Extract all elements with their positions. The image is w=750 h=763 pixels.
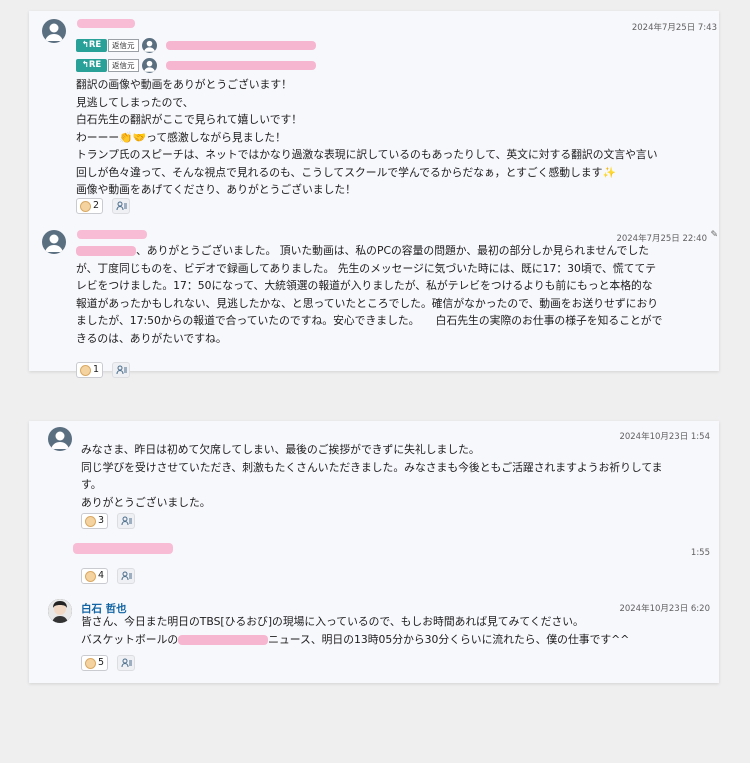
message-5: 白石 哲也 2024年10月23日 6:20 皆さん、今日また明日のTBS[ひる… xyxy=(29,591,719,683)
user-avatar-icon xyxy=(142,58,157,73)
redacted-mention xyxy=(76,246,136,256)
user-avatar-icon[interactable] xyxy=(42,19,66,43)
add-reaction-icon[interactable] xyxy=(112,198,130,214)
message-timestamp[interactable]: 2024年10月23日 6:20 xyxy=(619,602,710,614)
message-body: 翻訳の画像や動画をありがとうございます！ 見逃してしまったので、 白石先生の翻訳… xyxy=(76,76,658,199)
message-2: 2024年7月25日 22:40 ✎ 、ありがとうございました。 頂いた動画は、… xyxy=(29,226,719,378)
redacted-reply-text xyxy=(166,41,316,50)
reaction-button[interactable]: 1 xyxy=(76,362,104,378)
message-line: 画像や動画をあげてくださり、ありがとうございました！ xyxy=(76,183,356,196)
reaction-count: 1 xyxy=(93,364,100,375)
message-line: みなさま、昨日は初めて欠席してしまい、最後のご挨拶ができずに失礼しました。 xyxy=(81,443,480,456)
redacted-text xyxy=(178,634,269,645)
message-timestamp[interactable]: 2024年7月25日 7:43 xyxy=(632,21,717,33)
reply-arrow-icon: ↰ xyxy=(81,40,89,50)
reaction-count: 4 xyxy=(98,570,105,581)
user-avatar-icon xyxy=(142,38,157,53)
reply-arrow-icon: ↰ xyxy=(81,60,89,70)
message-line: わーーー👏🤝って感激しながら見ました！ xyxy=(76,130,286,144)
message-line: きるのは、ありがたいですね。 xyxy=(76,331,227,345)
message-line: す。 xyxy=(81,478,102,491)
add-reaction-icon[interactable] xyxy=(117,568,135,584)
message-line: 同じ学びを受けさせていただき、刺激もたくさんいただきました。みなさまも今後ともご… xyxy=(81,460,663,474)
redacted-username xyxy=(77,19,135,28)
reaction-count: 5 xyxy=(98,657,105,668)
message-line: トランプ氏のスピーチは、ネットではかなり過激な表現に訳しているのもあったりして、… xyxy=(76,148,658,161)
add-reaction-icon[interactable] xyxy=(117,513,135,529)
message-body: 皆さん、今日また明日のTBS[ひるおび]の現場に入っているので、もしお時間あれば… xyxy=(81,613,629,648)
reply-badge: ↰RE xyxy=(76,59,107,72)
message-line: 翻訳の画像や動画をありがとうございます！ xyxy=(76,78,292,91)
reaction-emoji-icon xyxy=(80,200,91,212)
reaction-emoji-icon xyxy=(85,657,96,669)
thread-card-2: 2024年10月23日 1:54 みなさま、昨日は初めて欠席してしまい、最後のご… xyxy=(29,421,719,683)
message-line: ありがとうございました。 xyxy=(81,495,211,509)
reaction-button[interactable]: 3 xyxy=(81,513,109,529)
reply-reference-2[interactable]: ↰RE 返信元 xyxy=(76,58,376,73)
message-line: が、丁度同じものを、ビデオで録画してありました。 先生のメッセージに気づいた時に… xyxy=(76,261,657,275)
reaction-emoji-icon xyxy=(80,364,91,376)
message-3: 2024年10月23日 1:54 みなさま、昨日は初めて欠席してしまい、最後のご… xyxy=(29,421,719,536)
redacted-username xyxy=(77,230,147,239)
reply-source-label: 返信元 xyxy=(108,39,139,52)
reaction-button[interactable]: 2 xyxy=(76,198,104,214)
message-line: 皆さん、今日また明日のTBS[ひるおび]の現場に入っているので、もしお時間あれば… xyxy=(81,615,584,628)
reply-source-label: 返信元 xyxy=(108,59,139,72)
add-reaction-icon[interactable] xyxy=(112,362,130,378)
thread-card-1: 2024年7月25日 7:43 ↰RE 返信元 ↰RE 返信元 翻訳の画像や動画… xyxy=(29,11,719,378)
message-line: 白石先生の翻訳がここで見られて嬉しいです！ xyxy=(76,113,303,126)
edit-pencil-icon[interactable]: ✎ xyxy=(710,230,718,240)
message-1: 2024年7月25日 7:43 ↰RE 返信元 ↰RE 返信元 翻訳の画像や動画… xyxy=(29,11,719,226)
message-line: ましたが、17:50からの報道で合っていたのですね。安心できました。 白石先生の… xyxy=(76,314,663,327)
message-line: 報道があったかもしれない、見逃したかな、と思っていたところでした。確信がなかった… xyxy=(76,296,659,310)
reaction-emoji-icon xyxy=(85,570,96,582)
reaction-count: 2 xyxy=(93,200,100,211)
reaction-button[interactable]: 4 xyxy=(81,568,109,584)
reaction-count: 3 xyxy=(98,515,105,526)
message-line: 、ありがとうございました。 頂いた動画は、私のPCの容量の問題か、最初の部分しか… xyxy=(76,242,662,260)
user-avatar-icon[interactable] xyxy=(42,230,66,254)
user-avatar[interactable] xyxy=(48,599,72,623)
reaction-button[interactable]: 5 xyxy=(81,655,109,671)
message-line: 見逃してしまったので、 xyxy=(76,95,194,109)
message-line: 回しが色々違って、そんな視点で見れるのも、こうしてスクールで学んでるからだなぁ，… xyxy=(76,165,616,179)
message-body: 、ありがとうございました。 頂いた動画は、私のPCの容量の問題か、最初の部分しか… xyxy=(76,242,662,347)
message-timestamp[interactable]: 1:55 xyxy=(691,548,710,558)
add-reaction-icon[interactable] xyxy=(117,655,135,671)
message-4: 1:55 4 xyxy=(29,536,719,591)
message-line: バスケットボールの ニュース、明日の13時05分から30分くらいに流れたら、僕の仕… xyxy=(81,632,630,646)
reply-reference-1[interactable]: ↰RE 返信元 xyxy=(76,38,376,53)
reply-badge: ↰RE xyxy=(76,39,107,52)
user-avatar-icon[interactable] xyxy=(48,427,72,451)
message-body: みなさま、昨日は初めて欠席してしまい、最後のご挨拶ができずに失礼しました。 同じ… xyxy=(81,441,662,511)
reaction-emoji-icon xyxy=(85,515,96,527)
message-line: レビをつけました。17：50になって、大統領選の報道が入りましたが、私がテレビを… xyxy=(76,279,653,292)
redacted-reply-text xyxy=(166,61,316,70)
redacted-username xyxy=(73,543,173,554)
